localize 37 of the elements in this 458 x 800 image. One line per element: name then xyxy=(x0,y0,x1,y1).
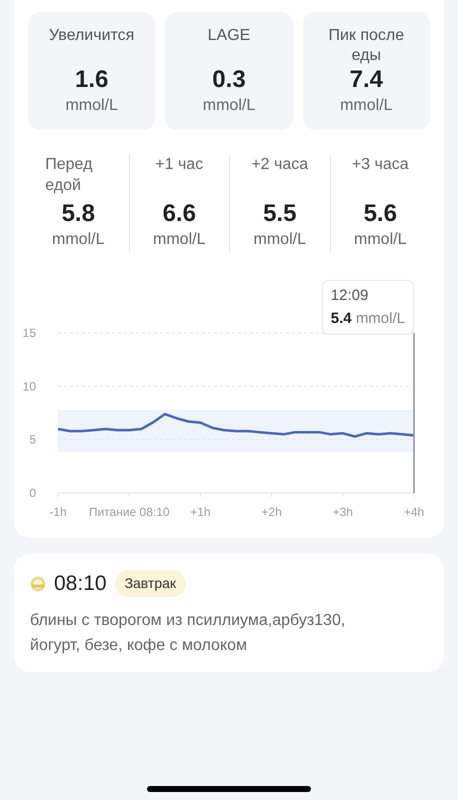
interval-label: +1 час xyxy=(155,155,204,175)
interval-unit: mmol/L xyxy=(52,230,104,250)
meal-description: блины с творогом из псиллиума,арбуз130, йогурт, безе, кофе с молоком xyxy=(30,610,346,656)
x-tick-label: Питание 08:10 xyxy=(88,505,170,519)
interval-label: +3 часа xyxy=(352,155,409,175)
stat-unit: mmol/L xyxy=(340,96,393,116)
y-tick-label: 5 xyxy=(29,432,36,447)
tooltip-time: 12:09 xyxy=(330,286,370,306)
interval-unit: mmol/L xyxy=(254,230,306,250)
stat-label: Пик после еды xyxy=(327,26,406,66)
stat-unit: mmol/L xyxy=(202,96,256,116)
stat-label: Увеличится xyxy=(49,26,134,46)
x-tick-label: -1h xyxy=(49,505,67,519)
x-tick-label: +1h xyxy=(190,505,211,519)
x-tick-label: +3h xyxy=(332,505,353,519)
stat-value: 0.3 xyxy=(212,66,246,94)
tooltip-value: 5.4 mmol/L xyxy=(330,308,405,328)
meal-tag: Завтрак xyxy=(114,570,186,598)
interval-value: 5.5 xyxy=(263,200,296,228)
y-tick-label: 10 xyxy=(22,379,36,394)
interval-value: 5.6 xyxy=(364,200,397,228)
sunrise-icon xyxy=(30,576,46,592)
interval-value: 5.8 xyxy=(62,200,95,228)
stat-label: LAGE xyxy=(208,26,250,46)
y-tick-label: 15 xyxy=(22,326,36,340)
interval-label: +2 часа xyxy=(251,155,308,175)
y-tick-label: 0 xyxy=(29,486,36,500)
interval-value: 6.6 xyxy=(162,200,196,228)
stat-value: 1.6 xyxy=(74,66,108,94)
interval-unit: mmol/L xyxy=(153,230,206,250)
x-tick-label: +2h xyxy=(261,505,282,519)
interval-unit: mmol/L xyxy=(354,230,406,250)
stat-unit: mmol/L xyxy=(65,96,118,116)
meal-time: 08:10 xyxy=(54,571,107,597)
x-tick-label: +4h xyxy=(404,505,424,519)
interval-label: Перед едой xyxy=(45,155,94,196)
stat-value: 7.4 xyxy=(350,66,384,94)
